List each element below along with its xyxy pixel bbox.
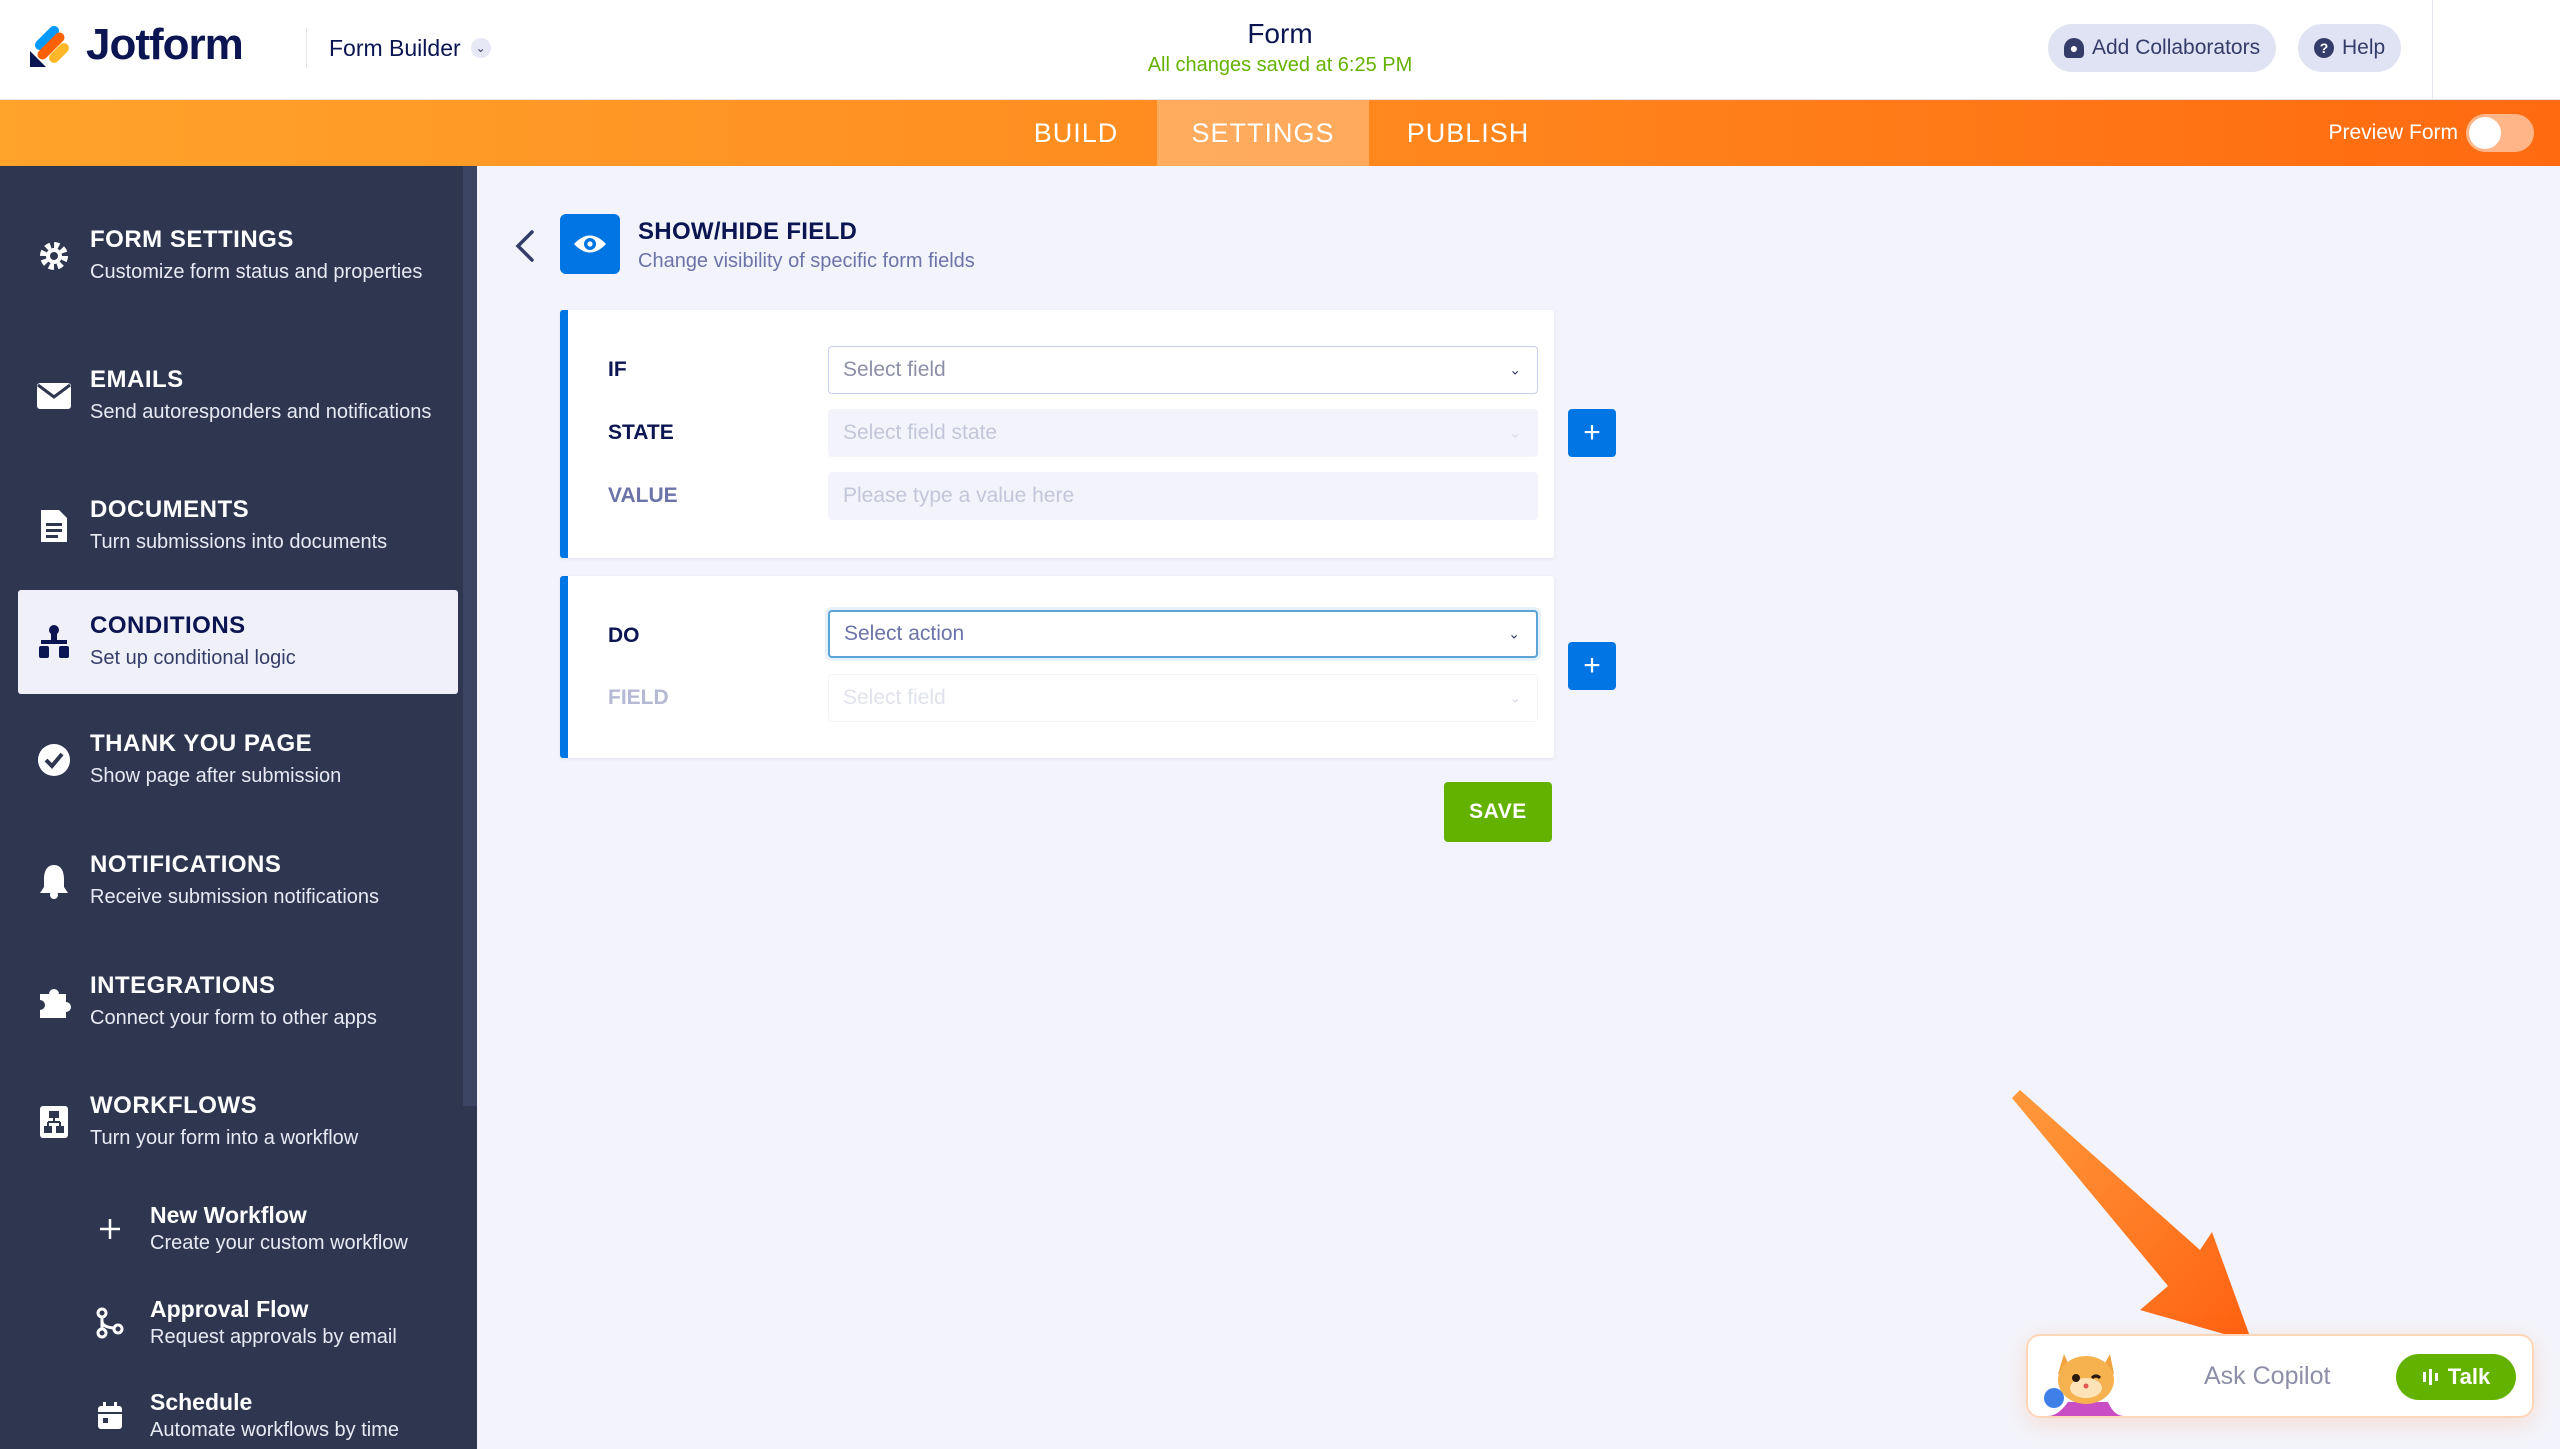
document-icon [34, 506, 74, 546]
tab-publish[interactable]: PUBLISH [1370, 100, 1566, 166]
question-icon: ? [2314, 38, 2334, 58]
sidebar-item-subtitle: Connect your form to other apps [90, 1007, 377, 1029]
sidebar-item-documents[interactable]: DOCUMENTS Turn submissions into document… [18, 476, 458, 576]
sidebar-item-notifications[interactable]: NOTIFICATIONS Receive submission notific… [18, 831, 458, 931]
do-action-placeholder: Select action [844, 622, 965, 645]
page-title: SHOW/HIDE FIELD [638, 218, 858, 245]
sidebar-subitem-subtitle: Create your custom workflow [150, 1231, 408, 1254]
chevron-down-icon: ⌄ [1509, 689, 1521, 706]
value-label: VALUE [608, 484, 678, 507]
state-placeholder: Select field state [843, 421, 998, 444]
approval-flow-icon [92, 1305, 128, 1341]
do-label: DO [608, 624, 640, 647]
sidebar-item-subtitle: Customize form status and properties [90, 261, 423, 283]
bell-icon [34, 861, 74, 901]
sidebar-subitem-title: Schedule [150, 1388, 253, 1415]
sidebar-item-subtitle: Turn your form into a workflow [90, 1127, 359, 1149]
sidebar-item-integrations[interactable]: INTEGRATIONS Connect your form to other … [18, 952, 458, 1052]
user-icon: ● [2064, 38, 2084, 58]
copilot-cat-avatar [2044, 1354, 2124, 1416]
sidebar-item-form-settings[interactable]: FORM SETTINGS Customize form status and … [18, 206, 458, 306]
do-action-card: DO Select action ⌄ FIELD Select field ⌄ [560, 576, 1554, 758]
sidebar-subitem-approval-flow[interactable]: Approval Flow Request approvals by email [78, 1288, 458, 1358]
chevron-down-icon: ⌄ [1509, 424, 1521, 441]
add-condition-button[interactable]: + [1568, 409, 1616, 457]
sidebar-scrollbar[interactable] [463, 166, 477, 1106]
add-collaborators-button[interactable]: ● Add Collaborators [2048, 24, 2277, 72]
sidebar-subitem-subtitle: Request approvals by email [150, 1325, 397, 1348]
sidebar-item-subtitle: Receive submission notifications [90, 886, 380, 908]
preview-form-toggle[interactable] [2466, 114, 2534, 152]
add-collaborators-label: Add Collaborators [2092, 36, 2261, 59]
chevron-down-icon: ⌄ [1509, 361, 1521, 378]
if-label: IF [608, 358, 627, 381]
sidebar-item-workflows[interactable]: WORKFLOWS Turn your form into a workflow [18, 1072, 458, 1172]
sidebar-subitem-title: New Workflow [150, 1201, 307, 1228]
add-action-button[interactable]: + [1568, 642, 1616, 690]
page-subtitle: Change visibility of specific form field… [638, 250, 975, 272]
check-circle-icon [34, 740, 74, 780]
puzzle-icon [34, 982, 74, 1022]
value-input[interactable]: Please type a value here [828, 472, 1538, 520]
if-field-placeholder: Select field [843, 358, 946, 381]
if-field-select[interactable]: Select field ⌄ [828, 346, 1538, 394]
sidebar-subitem-new-workflow[interactable]: New Workflow Create your custom workflow [78, 1194, 458, 1264]
tab-build[interactable]: BUILD [1008, 100, 1144, 166]
sidebar-item-title: FORM SETTINGS [90, 226, 294, 253]
ask-copilot-widget[interactable]: Ask Copilot Talk [2026, 1334, 2534, 1418]
top-header: Jotform Form Builder ⌄ Form All changes … [0, 0, 2560, 100]
help-button[interactable]: ? Help [2298, 24, 2402, 72]
sidebar-item-title: INTEGRATIONS [90, 972, 276, 999]
toggle-knob [2469, 117, 2501, 149]
value-placeholder: Please type a value here [843, 484, 1075, 507]
do-field-placeholder: Select field [843, 686, 946, 709]
eye-icon [560, 214, 620, 274]
ask-copilot-placeholder[interactable]: Ask Copilot [2204, 1336, 2330, 1416]
sidebar-subitem-schedule[interactable]: Schedule Automate workflows by time [78, 1381, 458, 1449]
sidebar-item-title: THANK YOU PAGE [90, 730, 313, 757]
state-label: STATE [608, 421, 674, 444]
tab-settings[interactable]: SETTINGS [1157, 100, 1369, 166]
state-select[interactable]: Select field state ⌄ [828, 409, 1538, 457]
plus-icon [92, 1211, 128, 1247]
if-condition-card: IF Select field ⌄ STATE Select field sta… [560, 310, 1554, 558]
talk-button[interactable]: Talk [2396, 1354, 2516, 1400]
sidebar-subitem-subtitle: Automate workflows by time [150, 1418, 399, 1441]
chevron-down-icon: ⌄ [1508, 625, 1520, 642]
sidebar-item-title: NOTIFICATIONS [90, 851, 282, 878]
sidebar-item-conditions[interactable]: CONDITIONS Set up conditional logic [18, 590, 458, 694]
field-label: FIELD [608, 686, 669, 709]
envelope-icon [34, 376, 74, 416]
sidebar-item-title: WORKFLOWS [90, 1092, 258, 1119]
orange-arrow-annotation [2012, 1090, 2252, 1342]
sidebar-item-title: DOCUMENTS [90, 496, 250, 523]
sidebar-item-title: CONDITIONS [90, 612, 246, 639]
workflow-icon [34, 1102, 74, 1142]
main-nav-bar: BUILD SETTINGS PUBLISH Preview Form [0, 100, 2560, 166]
do-action-select[interactable]: Select action ⌄ [828, 610, 1538, 658]
sidebar-item-subtitle: Set up conditional logic [90, 647, 296, 669]
save-button[interactable]: SAVE [1444, 782, 1552, 842]
sidebar-item-emails[interactable]: EMAILS Send autoresponders and notificat… [18, 336, 458, 456]
sidebar-item-title: EMAILS [90, 366, 184, 393]
sidebar-item-subtitle: Show page after submission [90, 765, 342, 787]
sidebar-item-subtitle: Send autoresponders and notifications [90, 401, 432, 423]
back-button[interactable] [510, 226, 540, 266]
settings-sidebar: FORM SETTINGS Customize form status and … [0, 166, 477, 1449]
sidebar-subitem-title: Approval Flow [150, 1295, 309, 1322]
do-field-select[interactable]: Select field ⌄ [828, 674, 1538, 722]
calendar-icon [92, 1398, 128, 1434]
voice-bars-icon [2422, 1369, 2438, 1385]
talk-label: Talk [2447, 1364, 2491, 1389]
header-divider [2432, 0, 2433, 100]
preview-form-label: Preview Form [2328, 121, 2458, 144]
hierarchy-icon [34, 622, 74, 662]
gear-icon [34, 236, 74, 276]
chevron-left-icon [515, 230, 534, 262]
help-label: Help [2342, 36, 2386, 59]
sidebar-item-subtitle: Turn submissions into documents [90, 531, 388, 553]
sidebar-item-thank-you-page[interactable]: THANK YOU PAGE Show page after submissio… [18, 710, 458, 810]
